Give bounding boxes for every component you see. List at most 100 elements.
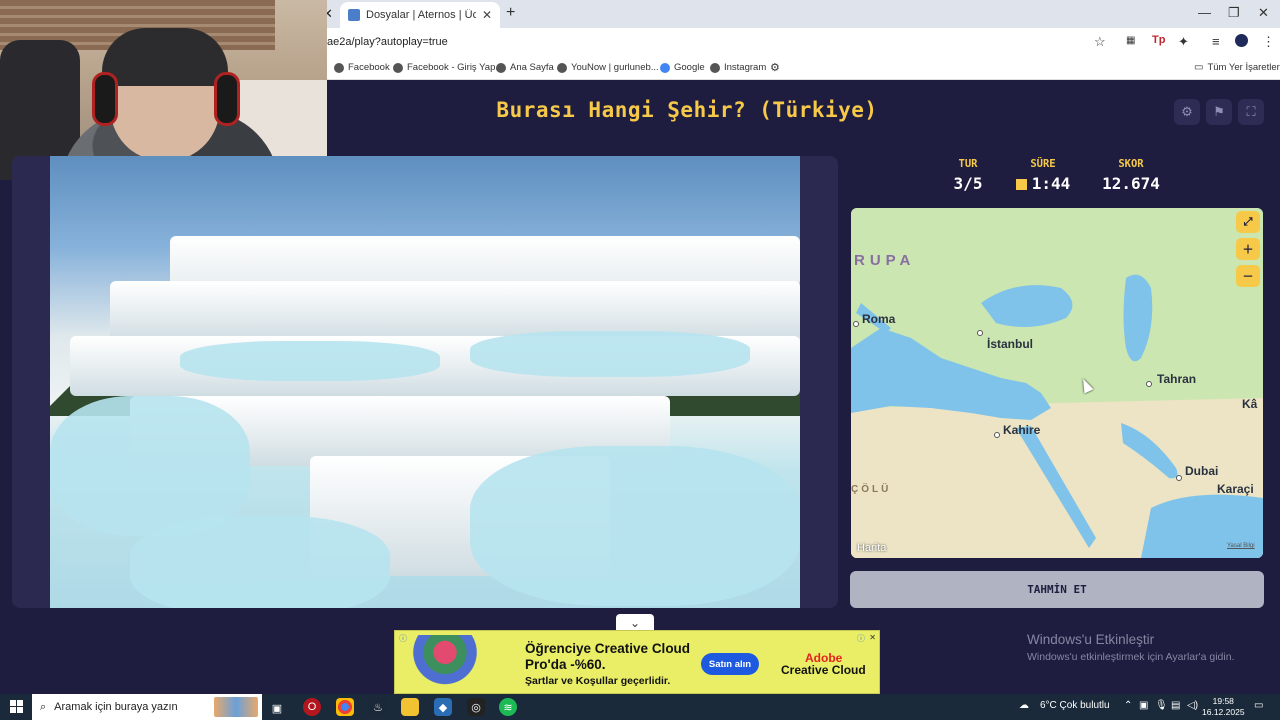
score-value: 12.674: [1102, 174, 1160, 193]
file-explorer-icon[interactable]: [401, 698, 419, 716]
opera-icon[interactable]: O: [303, 698, 321, 716]
ad-brand-cc: Creative Cloud: [781, 663, 866, 677]
timer-icon: [1015, 179, 1027, 190]
windows-start-icon[interactable]: [10, 700, 23, 713]
zoom-in-icon[interactable]: ＋: [1236, 238, 1260, 260]
restore-icon[interactable]: ❐: [1228, 5, 1240, 21]
globe-icon: [334, 62, 344, 73]
task-view-icon[interactable]: ▣: [268, 699, 286, 717]
network-icon[interactable]: ▤: [1171, 700, 1180, 711]
volume-icon[interactable]: ◁): [1187, 700, 1198, 711]
bookmark-google[interactable]: Google: [660, 62, 705, 73]
puzzle-icon[interactable]: ✦: [1178, 34, 1189, 50]
map-brand: Harita: [857, 542, 886, 554]
windows-activation-watermark: Windows'u Etkinleştir Windows'u etkinleş…: [1027, 632, 1234, 663]
bookmark-label: Ana Sayfa: [510, 62, 554, 73]
location-photo[interactable]: [50, 156, 800, 608]
ad-headline: Öğrenciye Creative Cloud Pro'da -%60.: [525, 641, 691, 672]
map-label-edge: Kâ: [1242, 397, 1258, 411]
aternos-favicon-icon: [348, 9, 360, 21]
app-circle-icon[interactable]: ◎: [467, 698, 485, 716]
notifications-icon[interactable]: ▭: [1254, 700, 1263, 711]
bookmark-label: Facebook - Giriş Yap...: [407, 62, 504, 73]
clock-time: 19:58: [1212, 696, 1234, 706]
ad-close-icon[interactable]: ✕: [869, 633, 876, 642]
map-label-tahran: Tahran: [1157, 372, 1197, 386]
app-shield-icon[interactable]: ◆: [434, 698, 452, 716]
bookmark-facebook-login[interactable]: Facebook - Giriş Yap...: [393, 62, 503, 73]
all-bookmarks[interactable]: ▭ Tüm Yer İşaretleri: [1194, 62, 1280, 73]
round-label: TUR: [958, 158, 978, 170]
map-brand-label: Harita: [857, 542, 887, 554]
time-value: 1:44: [1031, 174, 1071, 193]
city-dot: [977, 330, 983, 336]
map-label-karachi: Karaçi: [1217, 482, 1254, 496]
extension-tp-icon[interactable]: Tp: [1152, 34, 1165, 46]
clock-date: 16.12.2025: [1202, 707, 1245, 717]
bookmark-home[interactable]: Ana Sayfa: [496, 62, 554, 73]
tab-aternos[interactable]: Dosyalar | Aternos | Ücretsiz M... ✕: [340, 2, 500, 28]
map-legal-link[interactable]: Yasal Bilgi: [1227, 543, 1255, 549]
ad-choices-icon[interactable]: ⓘ: [857, 633, 865, 644]
guess-button[interactable]: TAHMİN ET: [850, 571, 1264, 608]
city-dot: [1146, 381, 1152, 387]
activation-subtitle: Windows'u etkinleştirmek için Ayarlar'a …: [1027, 651, 1235, 663]
taskbar-clock[interactable]: 19:58 16.12.2025: [1202, 696, 1245, 718]
bookmark-label: Instagram: [724, 62, 767, 73]
bookmark-younow[interactable]: YouNow | gurluneb...: [557, 62, 659, 73]
game-title: Burası Hangi Şehir? (Türkiye): [496, 98, 878, 122]
taskbar-search[interactable]: ⌕ Aramak için buraya yazın: [32, 694, 262, 720]
webcam-overlay: [0, 0, 327, 180]
stat-score: SKOR 12.674: [1096, 158, 1166, 193]
chevron-up-icon[interactable]: ⌃: [1124, 700, 1132, 711]
bookmark-facebook[interactable]: Facebook: [334, 62, 390, 73]
star-icon[interactable]: ☆: [1094, 34, 1106, 50]
spotify-icon[interactable]: ≋: [499, 698, 517, 716]
new-tab-icon[interactable]: +: [506, 4, 515, 22]
bookmark-label: Facebook: [348, 62, 390, 73]
weather-icon[interactable]: ☁: [1019, 700, 1029, 711]
globe-icon: [496, 62, 506, 73]
guess-map[interactable]: RUPA Roma İstanbul Tahran Kâ Kahire Duba…: [851, 208, 1263, 558]
map-label-istanbul: İstanbul: [987, 337, 1034, 351]
map-label-europe: RUPA: [854, 252, 916, 269]
settings-gear-icon[interactable]: ⚙: [770, 61, 780, 74]
city-dot: [853, 321, 859, 327]
microphone-icon[interactable]: 🎙: [1155, 700, 1168, 711]
weather-text[interactable]: 6°C Çok bulutlu: [1040, 700, 1110, 711]
ad-cta-button[interactable]: Satın alın: [701, 653, 759, 675]
extension-off-icon[interactable]: ▦: [1126, 35, 1135, 46]
flag-icon[interactable]: ⚑: [1206, 99, 1232, 125]
score-label: SKOR: [1118, 158, 1144, 170]
globe-icon: [393, 62, 403, 73]
steam-icon[interactable]: ♨: [369, 698, 387, 716]
bookmark-instagram[interactable]: Instagram: [710, 62, 766, 73]
tab-title: Dosyalar | Aternos | Ücretsiz M...: [366, 9, 476, 21]
ad-info-icon[interactable]: ⓘ: [399, 633, 407, 644]
globe-icon: [557, 62, 567, 73]
ad-subtext: Şartlar ve Koşullar geçerlidir.: [525, 675, 671, 687]
zoom-out-icon[interactable]: －: [1236, 265, 1260, 287]
all-bookmarks-label: Tüm Yer İşaretleri: [1207, 62, 1280, 73]
time-label: SÜRE: [1030, 158, 1056, 170]
ad-banner[interactable]: ⓘ Öğrenciye Creative Cloud Pro'da -%60. …: [394, 630, 880, 694]
round-value: 3/5: [953, 174, 983, 193]
city-dot: [1176, 475, 1182, 481]
map-label-kahire: Kahire: [1003, 423, 1041, 437]
profile-avatar[interactable]: [1235, 34, 1248, 47]
chrome-icon[interactable]: [336, 698, 354, 716]
url-text[interactable]: ae2a/play?autoplay=true: [327, 36, 448, 48]
ad-illustration: [413, 635, 493, 693]
minimize-icon[interactable]: —: [1198, 5, 1211, 20]
bookmark-label: Google: [674, 62, 705, 73]
expand-map-icon[interactable]: ⤢: [1236, 211, 1260, 233]
fullscreen-icon[interactable]: ⛶: [1238, 99, 1264, 125]
google-icon: [660, 62, 670, 73]
folder-icon: ▭: [1194, 62, 1204, 73]
tray-icon[interactable]: ▣: [1139, 700, 1148, 711]
tab-close-icon[interactable]: ✕: [482, 8, 492, 22]
menu-icon[interactable]: ⋮: [1262, 34, 1275, 50]
settings-icon[interactable]: ⚙: [1174, 99, 1200, 125]
window-close-icon[interactable]: ✕: [1258, 5, 1269, 21]
media-icon[interactable]: ≡: [1212, 34, 1220, 49]
